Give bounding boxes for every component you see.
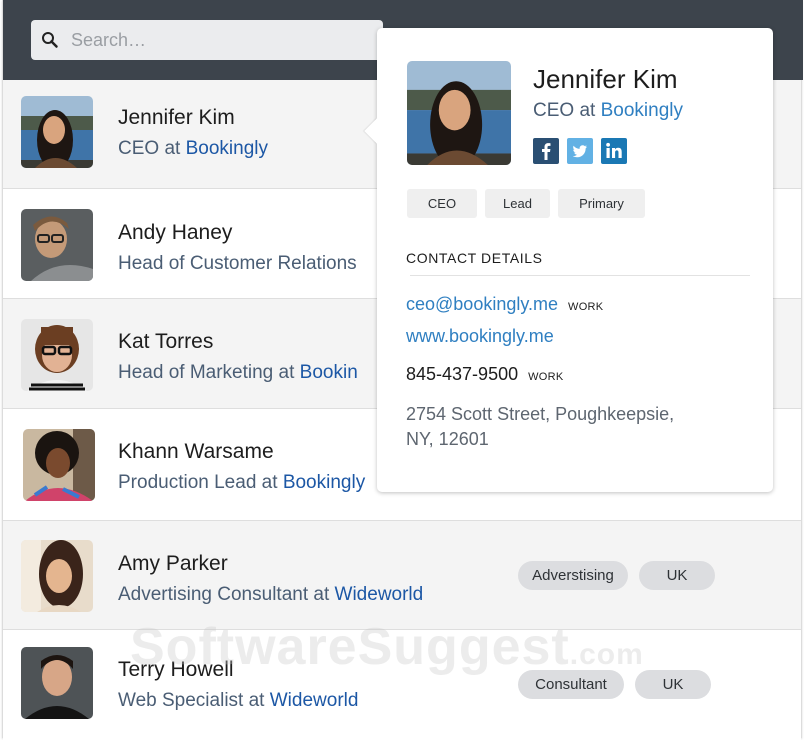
contact-role: Head of Marketing [118, 362, 274, 383]
contacts-app: Jennifer Kim CEO at Bookingly Andy Haney [2, 0, 803, 740]
avatar-andy-haney-photo [21, 209, 93, 281]
popover-company-link[interactable]: Bookingly [601, 100, 683, 121]
divider [410, 275, 750, 276]
avatar-jennifer-kim-photo [21, 96, 93, 168]
tag-pill[interactable]: Adverstising [518, 561, 628, 590]
company-link[interactable]: Wideworld [270, 690, 359, 711]
contact-name[interactable]: Kat Torres [118, 330, 213, 354]
at-word: at [248, 690, 265, 711]
avatar [21, 647, 93, 719]
contact-title: Production Lead at Bookingly [118, 472, 365, 494]
company-link[interactable]: Bookingly [283, 472, 365, 493]
contact-role: Web Specialist [118, 690, 244, 711]
popover-name: Jennifer Kim [533, 64, 678, 94]
company-link[interactable]: Bookingly [186, 138, 268, 159]
avatar-jennifer-kim-large-photo [407, 61, 511, 165]
tag-ceo[interactable]: CEO [407, 189, 477, 218]
search-input[interactable] [71, 29, 351, 51]
contact-role: Head of Customer Relations [118, 253, 357, 274]
at-word: at [261, 472, 278, 493]
contact-tags: Consultant UK [518, 670, 711, 699]
contact-title: Head of Marketing at Bookin [118, 362, 358, 384]
social-links [533, 138, 627, 164]
address-line-2: NY, 12601 [406, 429, 489, 449]
popover-tags: CEO Lead Primary [407, 189, 645, 218]
contact-title: CEO at Bookingly [118, 138, 268, 160]
popover-avatar [407, 61, 511, 165]
contact-title: Advertising Consultant at Wideworld [118, 584, 423, 606]
contact-row[interactable]: Amy Parker Advertising Consultant at Wid… [3, 521, 801, 630]
avatar-terry-howell-photo [21, 647, 93, 719]
tag-pill[interactable]: UK [639, 561, 715, 590]
tag-pill[interactable]: UK [635, 670, 711, 699]
contact-role: Production Lead [118, 472, 257, 493]
contact-role: Advertising Consultant [118, 584, 309, 605]
phone-row: 845-437-9500 WORK [406, 364, 564, 385]
contact-tags: Adverstising UK [518, 561, 715, 590]
contact-name[interactable]: Terry Howell [118, 658, 234, 682]
avatar-khann-warsame-photo [23, 429, 95, 501]
avatar [23, 429, 95, 501]
avatar-kat-torres-photo [21, 319, 93, 391]
tag-lead[interactable]: Lead [485, 189, 550, 218]
at-word: at [579, 100, 596, 121]
contact-role: CEO [118, 138, 160, 159]
company-link[interactable]: Wideworld [335, 584, 424, 605]
at-word: at [164, 138, 181, 159]
facebook-icon[interactable] [533, 138, 559, 164]
tag-primary[interactable]: Primary [558, 189, 645, 218]
contact-details-heading: CONTACT DETAILS [406, 250, 543, 266]
search-box[interactable] [31, 20, 383, 60]
contact-popover: Jennifer Kim CEO at Bookingly CEO Lead P… [364, 28, 773, 492]
website-link[interactable]: www.bookingly.me [406, 326, 554, 347]
avatar [21, 540, 93, 612]
popover-title: CEO at Bookingly [533, 100, 683, 122]
avatar [21, 96, 93, 168]
linkedin-icon[interactable] [601, 138, 627, 164]
contact-row[interactable]: Terry Howell Web Specialist at Wideworld… [3, 630, 801, 740]
contact-name[interactable]: Khann Warsame [118, 440, 274, 464]
email-link[interactable]: ceo@bookingly.me [406, 294, 558, 315]
phone-number: 845-437-9500 [406, 364, 519, 384]
at-word: at [278, 362, 295, 383]
avatar [21, 319, 93, 391]
address: 2754 Scott Street, Poughkeepsie, NY, 126… [406, 402, 726, 452]
tag-pill[interactable]: Consultant [518, 670, 624, 699]
twitter-icon[interactable] [567, 138, 593, 164]
popover-role: CEO [533, 100, 575, 121]
address-line-1: 2754 Scott Street, Poughkeepsie, [406, 404, 675, 424]
email-row: ceo@bookingly.me WORK [406, 294, 603, 315]
website-row: www.bookingly.me [406, 326, 554, 347]
at-word: at [313, 584, 330, 605]
avatar-amy-parker-photo [21, 540, 93, 612]
contact-title: Head of Customer Relations [118, 253, 357, 275]
contact-name[interactable]: Jennifer Kim [118, 106, 235, 130]
popover-arrow-cover [377, 116, 389, 146]
phone-label: WORK [528, 371, 564, 383]
company-link[interactable]: Bookin [300, 362, 358, 383]
contact-name[interactable]: Andy Haney [118, 221, 232, 245]
contact-title: Web Specialist at Wideworld [118, 690, 358, 712]
avatar [21, 209, 93, 281]
search-icon [42, 32, 58, 48]
email-label: WORK [568, 301, 604, 313]
contact-name[interactable]: Amy Parker [118, 552, 228, 576]
